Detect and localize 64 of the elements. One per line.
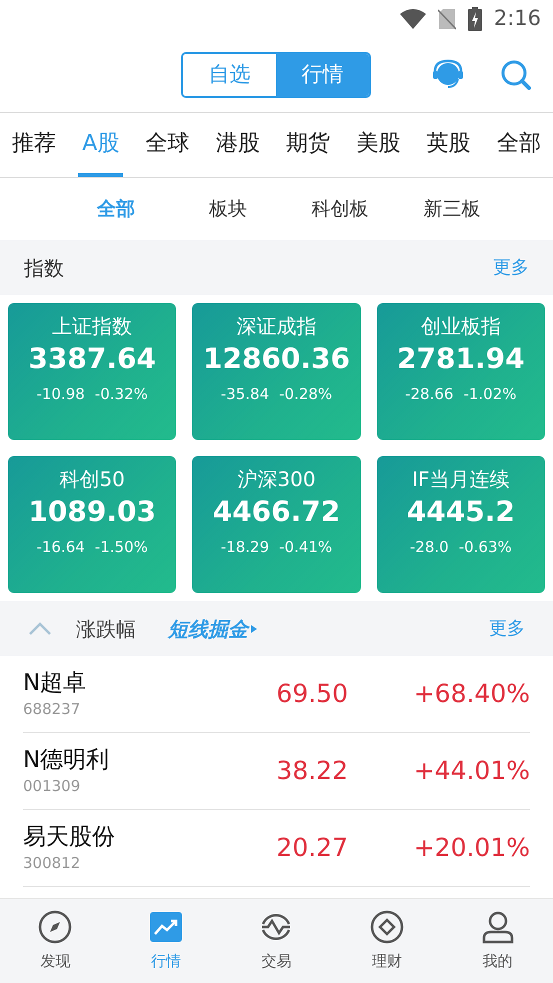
index-name: 上证指数	[52, 313, 132, 339]
section-title: 指数	[24, 254, 64, 282]
index-change: -28.0	[410, 537, 449, 558]
stock-percent: +44.01%	[414, 755, 530, 788]
index-value: 4445.2	[406, 494, 515, 530]
stock-code: 300812	[23, 852, 82, 874]
index-percent: -0.41%	[279, 537, 332, 558]
nav-tab[interactable]: 我的	[458, 910, 538, 972]
index-percent: -0.32%	[94, 384, 148, 405]
chevron-up-icon[interactable]	[28, 622, 52, 636]
person-icon	[480, 910, 515, 944]
index-percent: -0.63%	[458, 537, 512, 558]
stock-name: N德明利	[23, 746, 110, 775]
chart-icon	[148, 910, 183, 944]
market-tab[interactable]: 全部	[492, 113, 545, 177]
search-icon[interactable]	[500, 59, 532, 91]
index-percent: -1.02%	[463, 384, 517, 405]
coin-icon	[370, 910, 404, 944]
index-change: -35.84	[220, 384, 270, 405]
stock-name: N超卓	[23, 668, 88, 698]
index-percent: -1.50%	[94, 537, 148, 558]
stock-code: 001309	[23, 776, 82, 797]
index-percent: -0.28%	[279, 384, 332, 405]
sub-tab[interactable]: 板块	[172, 194, 284, 224]
index-change: -10.98	[36, 384, 85, 405]
market-tab[interactable]: 港股	[212, 113, 264, 177]
nav-tab[interactable]: 交易	[236, 910, 316, 972]
clock: 2:16	[494, 5, 541, 32]
play-icon	[251, 624, 257, 632]
index-name: 科创50	[59, 466, 125, 492]
market-tab[interactable]: 全球	[142, 113, 194, 177]
index-change: -18.29	[220, 537, 270, 558]
index-value: 12860.36	[202, 341, 350, 377]
market-tab[interactable]: 英股	[422, 113, 475, 177]
stock-percent: +20.01%	[414, 832, 530, 864]
nav-tab[interactable]: 发现	[15, 910, 96, 972]
stock-price: 38.22	[275, 755, 348, 788]
battery-icon	[468, 7, 482, 31]
index-value: 3387.64	[28, 341, 156, 377]
index-value: 2781.94	[397, 341, 525, 377]
sub-tab[interactable]: 新三板	[396, 194, 508, 224]
market-tab[interactable]: 推荐	[8, 113, 60, 177]
index-name: IF当月连续	[412, 466, 510, 492]
stock-price: 20.27	[275, 832, 348, 864]
index-name: 沪深300	[237, 466, 316, 492]
index-name: 创业板指	[420, 313, 501, 339]
index-change: -16.64	[36, 537, 85, 558]
wifi-icon	[400, 9, 426, 29]
market-tab[interactable]: 美股	[352, 113, 404, 177]
no-sim-icon	[438, 8, 456, 30]
sub-tab[interactable]: 科创板	[284, 194, 396, 224]
index-change: -28.66	[405, 384, 454, 405]
market-tab[interactable]: 期货	[282, 113, 334, 177]
index-name: 深证成指	[236, 313, 316, 339]
headset-icon[interactable]	[432, 59, 464, 91]
stock-name: 易天股份	[23, 822, 116, 852]
stock-percent: +68.40%	[414, 678, 530, 710]
index-value: 4466.72	[212, 494, 340, 530]
index-value: 1089.03	[28, 494, 156, 530]
stock-code: 688237	[23, 698, 82, 720]
section-title: 涨跌幅	[76, 616, 136, 642]
stock-price: 69.50	[275, 678, 348, 710]
nav-tab[interactable]: 理财	[347, 910, 428, 972]
compass-icon	[38, 910, 72, 944]
